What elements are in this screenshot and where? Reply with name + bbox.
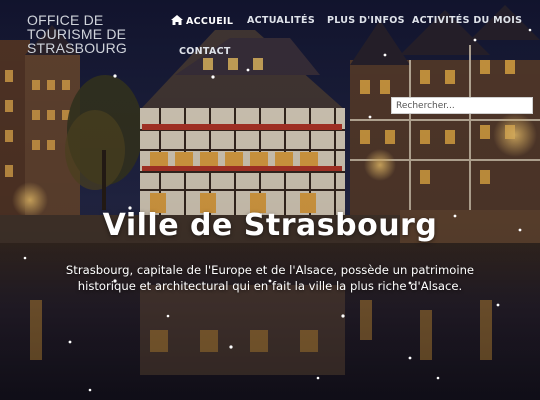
page: OFFICE DE TOURISME DE STRASBOURG ACCUEIL… xyxy=(0,0,540,400)
nav-item-label: ACTIVITÉS DU MOIS xyxy=(412,15,523,26)
nav-item-label: CONTACT xyxy=(179,46,231,57)
main-navigation: ACCUEIL ACTUALITÉS PLUS D'INFOS ACTIVITÉ… xyxy=(0,0,540,70)
nav-item-actualites[interactable]: ACTUALITÉS xyxy=(247,15,315,26)
search-input[interactable] xyxy=(391,97,533,114)
hero-description: Strasbourg, capitale de l'Europe et de l… xyxy=(65,263,475,293)
nav-item-label: ACTUALITÉS xyxy=(247,15,315,26)
home-icon xyxy=(171,15,183,25)
nav-item-label: PLUS D'INFOS xyxy=(327,15,405,26)
hero-title: Ville de Strasbourg xyxy=(102,208,438,243)
nav-item-accueil[interactable]: ACCUEIL xyxy=(171,15,233,27)
nav-item-contact[interactable]: CONTACT xyxy=(179,46,231,57)
nav-item-activites-du-mois[interactable]: ACTIVITÉS DU MOIS xyxy=(412,15,522,26)
nav-item-plus-d-infos[interactable]: PLUS D'INFOS xyxy=(327,15,405,26)
nav-item-label: ACCUEIL xyxy=(186,16,234,27)
